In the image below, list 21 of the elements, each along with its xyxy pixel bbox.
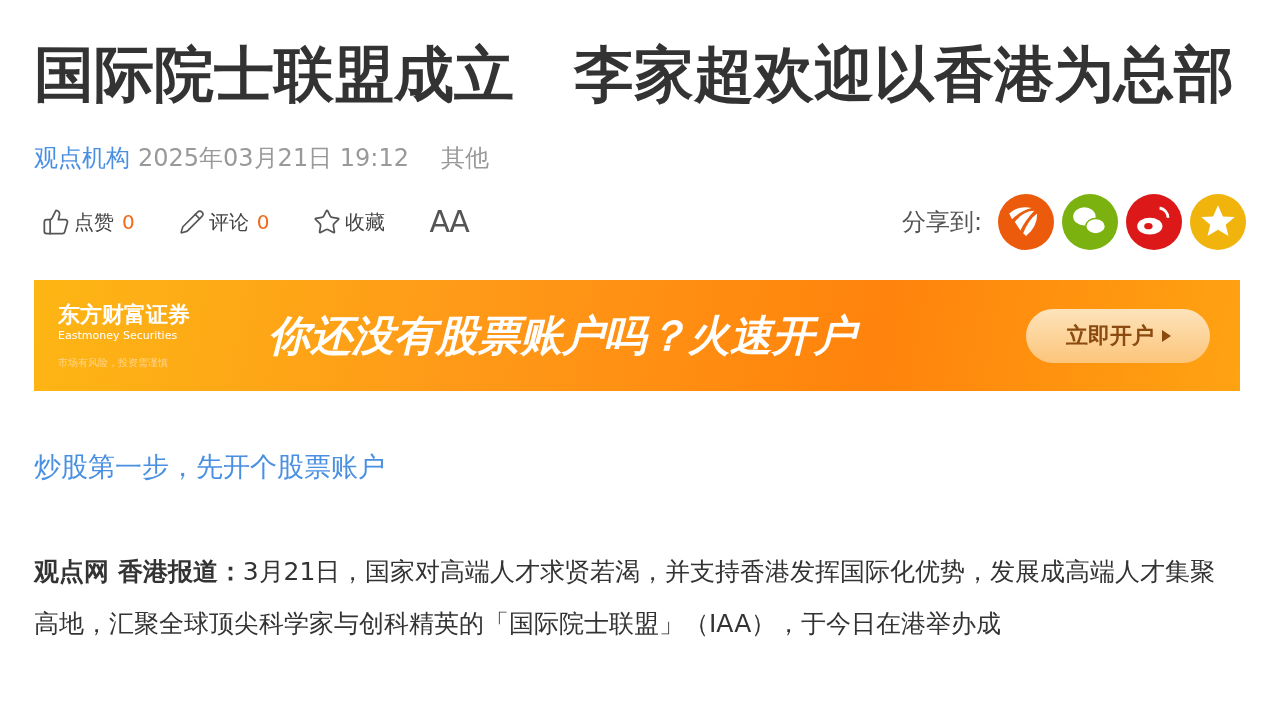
category-label: 其他: [440, 143, 489, 174]
chat-bubbles-icon[interactable]: [1062, 194, 1118, 250]
brand-name: 东方财富证券: [58, 301, 191, 329]
pencil-icon: [178, 209, 205, 235]
share-label: 分享到:: [901, 207, 982, 238]
font-size-button[interactable]: AA: [429, 207, 469, 237]
feather-icon[interactable]: [998, 194, 1054, 250]
open-account-button[interactable]: 立即开户: [1026, 308, 1210, 363]
publish-date: 2025年03月21日 19:12: [138, 143, 409, 174]
favorite-button[interactable]: 收藏: [313, 207, 386, 237]
article-title: 国际院士联盟成立 李家超欢迎以香港为总部: [34, 38, 1235, 111]
risk-disclaimer: 市场有风险，投资需谨慎: [58, 355, 169, 370]
triangle-right-icon: [1161, 329, 1171, 342]
comment-button[interactable]: 评论 0: [178, 207, 270, 237]
eye-icon[interactable]: [1126, 194, 1182, 250]
thumbs-up-icon: [42, 208, 70, 236]
brand-name-english: Eastmoney Securities: [58, 328, 179, 343]
star-icon: [313, 208, 342, 236]
like-button[interactable]: 点赞 0: [42, 207, 135, 237]
ad-banner[interactable]: 东方财富证券 Eastmoney Securities 市场有风险，投资需谨慎 你还没有股票账户吗？火速开户 立即开户: [34, 280, 1240, 391]
article-paragraph: 观点网 香港报道：3月21日，国家对高端人才求贤若渴，并支持香港发挥国际化优势，发展成高端人才集聚高地，汇聚全球顶尖科学家与创科精英的「国际院士联盟」（IAA），于今日在港举办成: [34, 555, 1217, 640]
